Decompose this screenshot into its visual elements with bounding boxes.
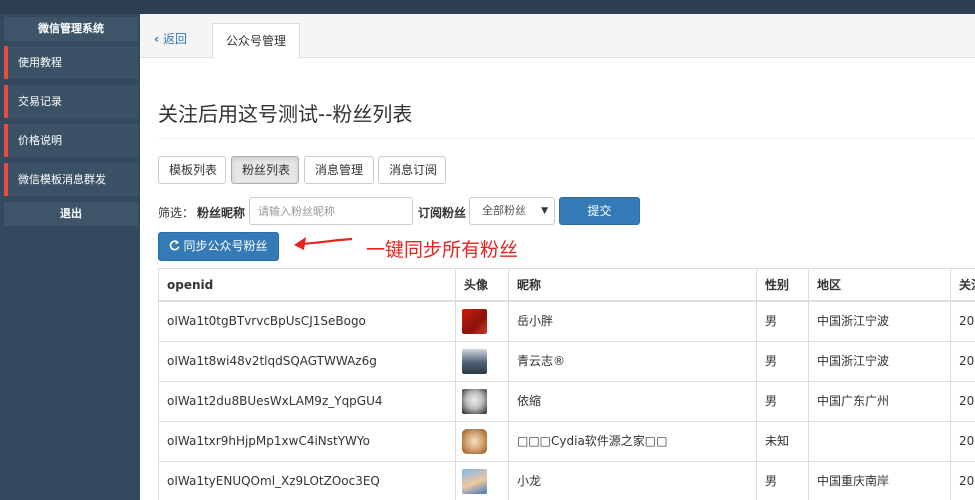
tab-account-management[interactable]: 公众号管理 [212,23,301,59]
avatar [462,309,487,334]
header-avatar: 头像 [456,269,509,300]
openid-cell: oIWa1t0tgBTvrvcBpUsCJ1SeBogo [159,302,456,341]
region-cell: 中国广东广州 [809,382,951,421]
region-cell: 中国浙江宁波 [809,302,951,341]
header-nickname: 昵称 [509,269,757,300]
followed-cell: 20 [959,434,975,448]
header-region: 地区 [809,269,951,300]
sidebar-item-transactions[interactable]: 交易记录 [4,85,138,118]
avatar-cell [456,342,509,381]
subscribe-select-value: 全部粉丝 [482,204,526,217]
template-list-button[interactable]: 模板列表 [158,156,226,184]
header-followed: 关注 [959,278,975,292]
avatar [462,469,487,494]
table-row: oIWa1t8wi48v2tlqdSQAGTWWAz6g 青云志® 男 中国浙江… [159,342,975,382]
avatar [462,389,487,414]
top-bar [0,0,975,14]
gender-cell: 男 [757,302,809,341]
message-subscription-button[interactable]: 消息订阅 [378,156,446,184]
followed-cell: 20 [959,394,975,408]
sync-fans-button[interactable]: 同步公众号粉丝 [158,232,279,261]
sidebar-brand: 微信管理系统 [4,17,138,41]
annotation-arrow-icon [294,237,353,250]
gender-cell: 男 [757,382,809,421]
followed-cell: 20 [959,474,975,488]
back-label: 返回 [162,32,187,46]
caret-down-icon: ▼ [541,206,548,216]
chevron-left-icon: ‹ [154,32,159,46]
nickname-cell: □□□Cydia软件源之家□□ [509,422,757,461]
title-divider [158,138,975,139]
avatar [462,349,487,374]
nickname-cell: 青云志® [509,342,757,381]
table-row: oIWa1txr9hHjpMp1xwC4iNstYWYo □□□Cydia软件源… [159,422,975,462]
nickname-search-input[interactable] [249,197,413,225]
avatar [462,429,487,454]
openid-cell: oIWa1t8wi48v2tlqdSQAGTWWAz6g [159,342,456,381]
header-openid: openid [159,269,456,300]
subscribe-select[interactable]: 全部粉丝 ▼ [469,197,555,225]
refresh-icon [170,240,180,251]
gender-cell: 男 [757,342,809,381]
submit-button[interactable]: 提交 [559,197,640,225]
nickname-cell: 小龙 [509,462,757,500]
table-row: oIWa1t0tgBTvrvcBpUsCJ1SeBogo 岳小胖 男 中国浙江宁… [159,302,975,342]
sync-annotation: 一键同步所有粉丝 [366,239,519,261]
filter-label: 筛选： [158,206,195,220]
avatar-cell [456,422,509,461]
openid-cell: oIWa1tyENUQOml_Xz9LOtZOoc3EQ [159,462,456,500]
tab-bar: ‹ 返回 公众号管理 [140,14,975,59]
message-management-button[interactable]: 消息管理 [304,156,374,184]
sidebar-item-template-broadcast[interactable]: 微信模板消息群发 [4,163,138,196]
fan-list-button[interactable]: 粉丝列表 [231,156,299,184]
table-row: oIWa1t2du8BUesWxLAM9z_YqpGU4 依縮 男 中国广东广州… [159,382,975,422]
table-header: openid 头像 昵称 性别 地区 关注 [159,269,975,302]
nickname-cell: 岳小胖 [509,302,757,341]
page-title: 关注后用这号测试--粉丝列表 [158,102,413,126]
fans-table: openid 头像 昵称 性别 地区 关注 oIWa1t0tgBTvrvcBpU… [158,268,975,500]
openid-cell: oIWa1t2du8BUesWxLAM9z_YqpGU4 [159,382,456,421]
gender-cell: 未知 [757,422,809,461]
nickname-label: 粉丝昵称 [197,206,246,220]
sidebar-exit-button[interactable]: 退出 [4,202,138,226]
followed-cell: 20 [959,354,975,368]
region-cell [809,422,951,461]
table-row: oIWa1tyENUQOml_Xz9LOtZOoc3EQ 小龙 男 中国重庆南岸… [159,462,975,500]
avatar-cell [456,302,509,341]
openid-cell: oIWa1txr9hHjpMp1xwC4iNstYWYo [159,422,456,461]
nickname-cell: 依縮 [509,382,757,421]
subscribe-label: 订阅粉丝 [418,206,467,220]
sidebar: 微信管理系统 使用教程 交易记录 价格说明 微信模板消息群发 退出 [0,14,140,500]
avatar-cell [456,462,509,500]
region-cell: 中国重庆南岸 [809,462,951,500]
sidebar-item-pricing[interactable]: 价格说明 [4,124,138,157]
sidebar-item-tutorial[interactable]: 使用教程 [4,46,138,79]
gender-cell: 男 [757,462,809,500]
avatar-cell [456,382,509,421]
region-cell: 中国浙江宁波 [809,342,951,381]
followed-cell: 20 [959,314,975,328]
back-link[interactable]: ‹ 返回 [154,30,187,47]
sync-fans-label: 同步公众号粉丝 [183,239,268,253]
header-gender: 性别 [757,269,809,300]
